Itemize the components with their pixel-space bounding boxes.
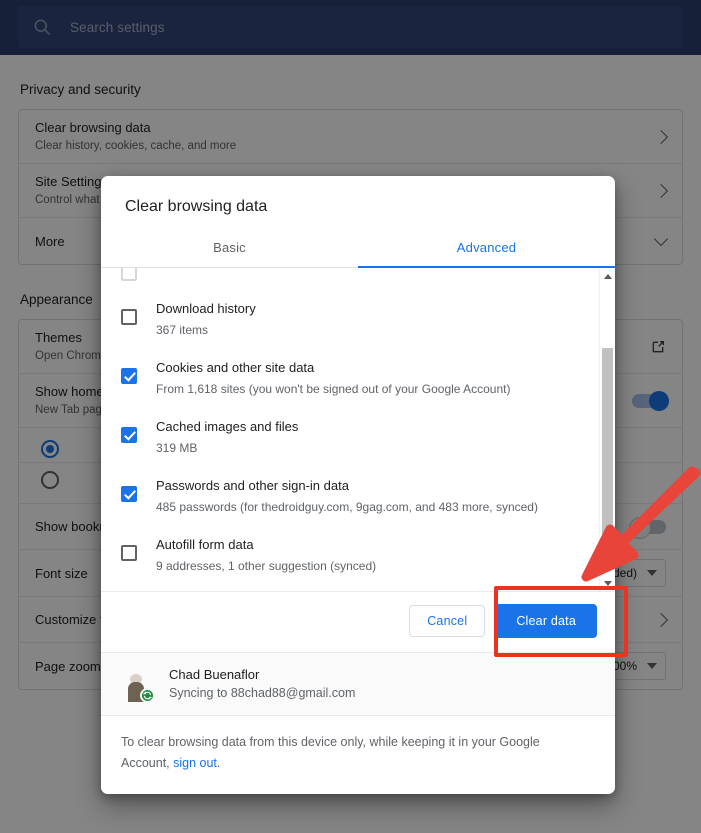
dialog-title: Clear browsing data (125, 198, 268, 215)
data-type-list: Download history 367 items Cookies and o… (101, 268, 599, 591)
dialog-actions: Cancel Clear data (101, 591, 615, 652)
checkbox-download-history[interactable] (121, 309, 137, 325)
cancel-button[interactable]: Cancel (409, 605, 486, 637)
item-subtitle: 319 MB (156, 441, 198, 455)
tab-advanced[interactable]: Advanced (358, 228, 615, 267)
checkbox-autofill[interactable] (121, 545, 137, 561)
sync-badge-icon (140, 688, 155, 703)
checkbox-cookies[interactable] (121, 368, 137, 384)
item-title: Cached images and files (156, 419, 299, 434)
item-title: Passwords and other sign-in data (156, 478, 349, 493)
list-item-cookies[interactable]: Cookies and other site data From 1,618 s… (101, 349, 599, 408)
dialog-footer-note: To clear browsing data from this device … (101, 715, 615, 794)
screenshot-root: Search settings Privacy and security Cle… (0, 0, 701, 833)
list-item-download-history[interactable]: Download history 367 items (101, 290, 599, 349)
footer-text-after: . (216, 756, 221, 770)
avatar (119, 667, 155, 703)
list-item-passwords[interactable]: Passwords and other sign-in data 485 pas… (101, 467, 599, 526)
list-item-site-settings[interactable]: Site Settings 16 sites (101, 585, 599, 591)
dialog-scrollbar[interactable] (599, 268, 615, 591)
dialog-tabs: Basic Advanced (101, 228, 615, 268)
item-subtitle: 9 addresses, 1 other suggestion (synced) (156, 559, 377, 573)
account-name: Chad Buenaflor (169, 667, 260, 682)
scroll-up-arrow-icon[interactable] (600, 268, 615, 284)
list-item-cached-images[interactable]: Cached images and files 319 MB (101, 408, 599, 467)
clear-data-button[interactable]: Clear data (495, 604, 597, 638)
item-subtitle: 485 passwords (for thedroidguy.com, 9gag… (156, 500, 538, 514)
item-title: Cookies and other site data (156, 360, 315, 375)
list-item-autofill[interactable]: Autofill form data 9 addresses, 1 other … (101, 526, 599, 585)
checkbox-cached-images[interactable] (121, 427, 137, 443)
item-title: Autofill form data (156, 537, 254, 552)
list-item[interactable] (101, 268, 599, 290)
item-subtitle: From 1,618 sites (you won't be signed ou… (156, 382, 511, 396)
sign-out-link[interactable]: sign out (173, 756, 217, 770)
clear-browsing-data-dialog: Clear browsing data Basic Advanced Downl… (101, 176, 615, 794)
scrollbar-thumb[interactable] (602, 348, 613, 570)
checkbox-passwords[interactable] (121, 486, 137, 502)
account-sync-status: Syncing to 88chad88@gmail.com (169, 686, 356, 700)
data-type-list-container: Download history 367 items Cookies and o… (101, 268, 615, 591)
item-subtitle: 367 items (156, 323, 209, 337)
tab-basic[interactable]: Basic (101, 228, 358, 267)
item-title: Download history (156, 301, 256, 316)
scroll-down-arrow-icon[interactable] (600, 575, 615, 591)
checkbox[interactable] (121, 268, 137, 281)
account-row: Chad Buenaflor Syncing to 88chad88@gmail… (101, 652, 615, 715)
